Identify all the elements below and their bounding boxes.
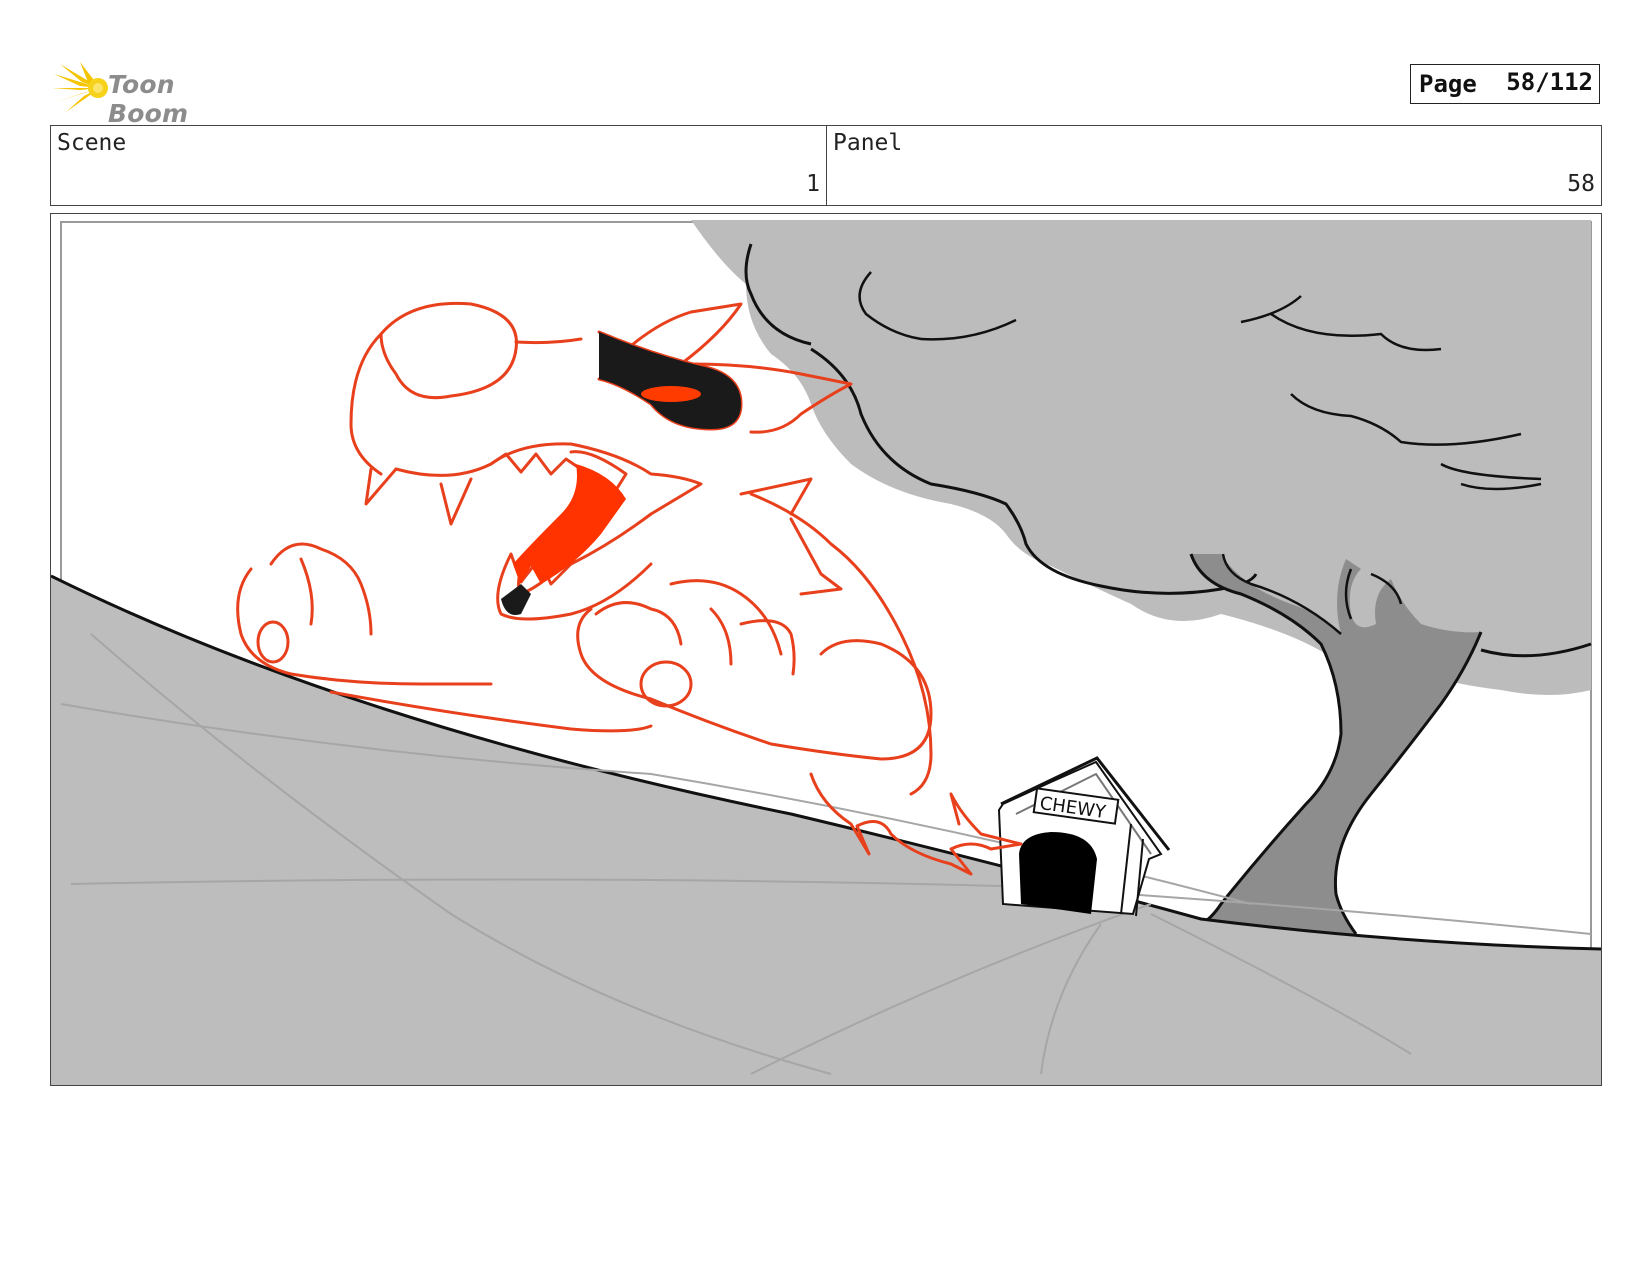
- tree-foliage: [691, 220, 1592, 695]
- scene-label: Scene: [57, 130, 127, 156]
- logo-text: Toon Boom: [108, 70, 189, 128]
- toon-boom-logo: Toon Boom: [52, 58, 262, 128]
- panel-number: 58: [1567, 171, 1595, 197]
- page-label: Page: [1419, 70, 1477, 98]
- scene-cell: Scene 1: [51, 126, 827, 205]
- scene-panel-table: Scene 1 Panel 58: [50, 125, 1602, 206]
- panel-label: Panel: [833, 130, 903, 156]
- doghouse: CHEWY: [997, 756, 1171, 917]
- starburst-icon: [52, 62, 108, 112]
- dog-fills: [501, 332, 741, 615]
- storyboard-frame: CHEWY: [50, 213, 1602, 1086]
- storyboard-drawing: CHEWY: [51, 220, 1601, 1085]
- panel-cell: Panel 58: [827, 126, 1601, 205]
- page-number: 58/112: [1506, 68, 1593, 96]
- page-indicator: Page 58/112: [1410, 64, 1600, 104]
- scene-number: 1: [806, 171, 820, 197]
